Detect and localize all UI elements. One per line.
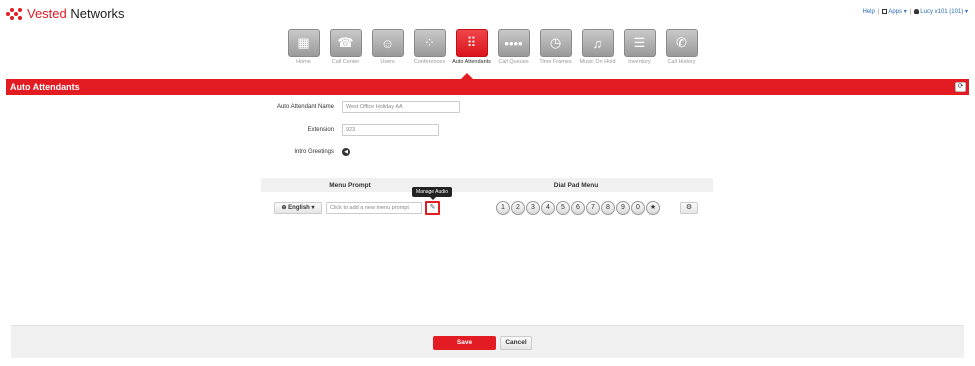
dial-key-3[interactable]: 3: [526, 201, 540, 215]
dialpad-settings-button[interactable]: ⚙: [680, 202, 698, 214]
logo-dots-icon: [6, 7, 24, 21]
apps-menu[interactable]: Apps ▾: [882, 8, 907, 15]
gear-icon: ⚙: [685, 204, 693, 211]
dial-key-5[interactable]: 5: [556, 201, 570, 215]
name-row: Auto Attendant Name West Office Holiday …: [260, 101, 460, 113]
top-right-menu: Help | Apps ▾ | Lucy x101 (101) ▾: [862, 8, 968, 16]
dial-key-star[interactable]: ★: [646, 201, 660, 215]
dial-key-4[interactable]: 4: [541, 201, 555, 215]
nav-item-label: Auto Attendants: [452, 59, 491, 65]
keypad-icon: ⠿: [455, 29, 488, 57]
user-menu[interactable]: Lucy x101 (101) ▾: [914, 8, 968, 15]
manage-audio-button[interactable]: ✎: [425, 201, 440, 215]
extension-row: Extension 923: [260, 124, 439, 136]
main-nav: ▦ Home ☎ Call Center ☺ Users ⁘ Conferences ⠿ Auto…: [284, 29, 701, 66]
name-label: Auto Attendant Name: [276, 104, 334, 110]
menu-prompt-input[interactable]: Click to add a new menu prompt: [326, 202, 422, 214]
apps-grid-icon: [882, 8, 888, 14]
nav-item-call-center[interactable]: ☎ Call Center: [326, 29, 365, 66]
dial-pad: 1 2 3 4 5 6 7 8 9 0 ★: [496, 201, 660, 215]
globe-icon: ⊕: [281, 205, 287, 211]
nav-item-conferences[interactable]: ⁘ Conferences: [410, 29, 449, 66]
users-icon: ☺: [371, 29, 404, 57]
phone-history-icon: ✆: [665, 29, 698, 57]
nav-item-label: Conferences: [413, 59, 446, 65]
extension-label: Extension: [307, 127, 334, 133]
page-title: Auto Attendants: [10, 82, 80, 92]
dial-key-6[interactable]: 6: [571, 201, 585, 215]
intro-greetings-label: Intro Greetings: [294, 149, 334, 155]
nav-item-time-frames[interactable]: ◷ Time Frames: [536, 29, 575, 66]
headset-icon: ☎: [329, 29, 362, 57]
page-title-bar: Auto Attendants ⟳: [6, 79, 969, 95]
nav-item-label: Inventory: [628, 59, 651, 65]
music-icon: ♫: [581, 29, 614, 57]
help-link[interactable]: Help: [862, 9, 874, 15]
attendant-name-input[interactable]: West Office Holiday AA: [342, 101, 460, 113]
list-icon: ☰: [623, 29, 656, 57]
refresh-icon: ⟳: [957, 83, 964, 90]
dial-key-0[interactable]: 0: [631, 201, 645, 215]
dial-key-2[interactable]: 2: [511, 201, 525, 215]
queue-dots-icon: ••••: [497, 29, 530, 57]
nav-item-label: Time Frames: [539, 59, 572, 65]
dial-key-1[interactable]: 1: [496, 201, 510, 215]
dial-key-7[interactable]: 7: [586, 201, 600, 215]
cancel-button[interactable]: Cancel: [500, 336, 532, 350]
nav-item-call-queues[interactable]: •••• Call Queues: [494, 29, 533, 66]
nav-item-auto-attendants[interactable]: ⠿ Auto Attendants: [452, 29, 491, 66]
save-button[interactable]: Save: [433, 336, 496, 350]
form-footer: Save Cancel: [11, 325, 964, 358]
nav-item-music-on-hold[interactable]: ♫ Music On Hold: [578, 29, 617, 66]
extension-input[interactable]: 923: [342, 124, 439, 136]
vested-networks-logo[interactable]: Vested Networks: [6, 6, 125, 21]
dial-key-8[interactable]: 8: [601, 201, 615, 215]
clock-icon: ◷: [539, 29, 572, 57]
speaker-icon[interactable]: ◀: [342, 148, 350, 156]
dial-key-9[interactable]: 9: [616, 201, 630, 215]
nav-item-inventory[interactable]: ☰ Inventory: [620, 29, 659, 66]
nav-item-label: Home: [296, 59, 311, 65]
nav-item-label: Music On Hold: [579, 59, 616, 65]
conference-icon: ⁘: [413, 29, 446, 57]
nav-item-label: Users: [380, 59, 395, 65]
user-icon: [914, 8, 920, 14]
refresh-button[interactable]: ⟳: [955, 82, 966, 92]
language-dropdown[interactable]: ⊕ English ▾: [274, 202, 322, 214]
dial-pad-menu-header: Dial Pad Menu: [553, 181, 599, 189]
nav-item-label: Call Queues: [498, 59, 529, 65]
nav-item-call-history[interactable]: ✆ Call History: [662, 29, 701, 66]
home-grid-icon: ▦: [287, 29, 320, 57]
nav-item-users[interactable]: ☺ Users: [368, 29, 407, 66]
intro-row: Intro Greetings ◀: [260, 148, 350, 156]
nav-item-label: Call History: [667, 59, 696, 65]
menu-table-header: Menu Prompt Dial Pad Menu: [261, 178, 713, 192]
nav-item-home[interactable]: ▦ Home: [284, 29, 323, 66]
logo-text: Vested Networks: [27, 6, 125, 21]
manage-audio-tooltip: Manage Audio: [412, 187, 452, 200]
nav-item-label: Call Center: [331, 59, 360, 65]
audio-file-icon: ✎: [429, 204, 436, 211]
